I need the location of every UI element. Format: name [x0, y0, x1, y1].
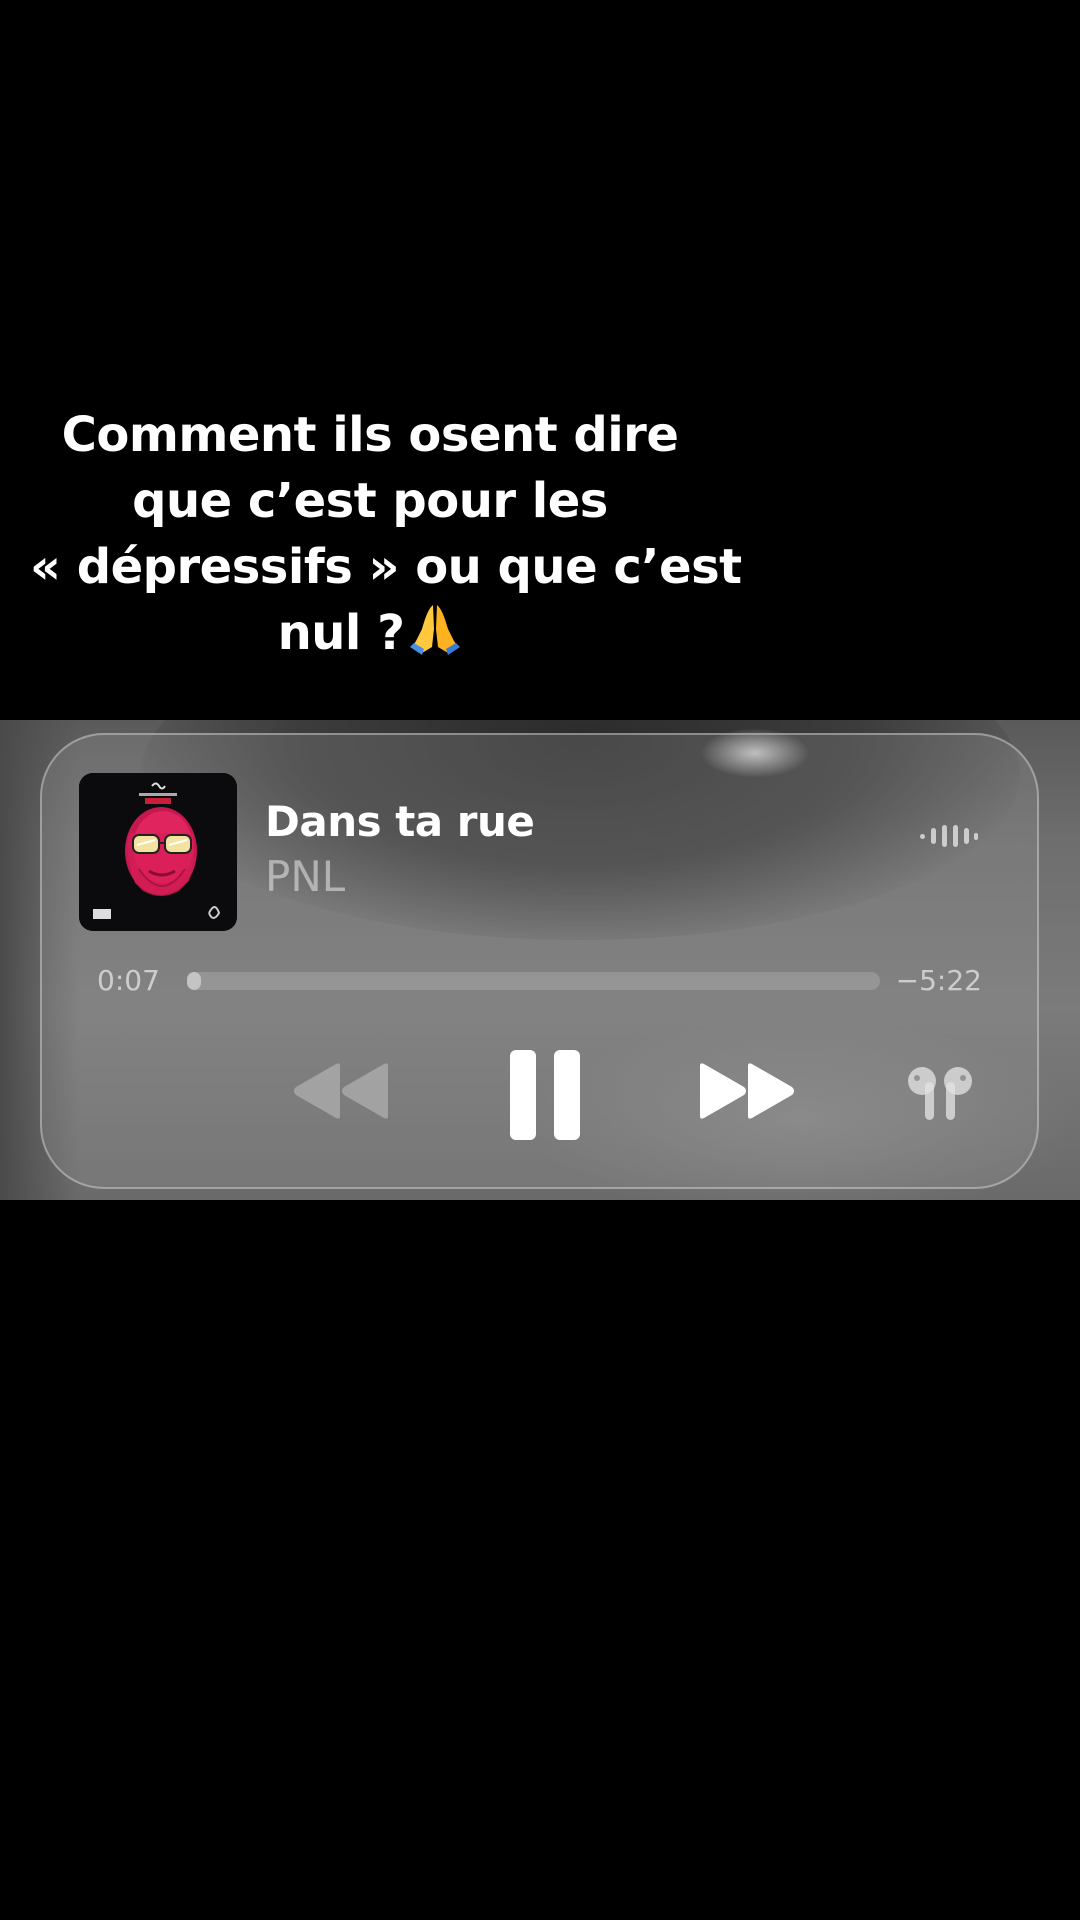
fast-forward-icon[interactable]	[696, 1062, 798, 1120]
playback-progress-bar[interactable]	[187, 972, 880, 990]
caption-text: Comment ils osent dire que c’est pour le…	[30, 402, 742, 672]
caption-line-3: « dépressifs » ou que c’est	[30, 539, 742, 595]
caption-line-4-text: nul ?	[277, 605, 405, 661]
audio-waveform-icon[interactable]	[918, 823, 978, 849]
airpods-icon[interactable]	[905, 1066, 975, 1122]
rewind-icon[interactable]	[290, 1062, 392, 1120]
remaining-time: −5:22	[895, 964, 982, 997]
album-artwork[interactable]	[79, 773, 237, 931]
elapsed-time: 0:07	[97, 964, 160, 997]
caption-line-4: nul ?	[30, 600, 710, 672]
praying-hands-emoji	[408, 603, 462, 672]
track-artist[interactable]: PNL	[265, 852, 345, 901]
caption-line-2: que c’est pour les	[132, 473, 608, 529]
caption-line-1: Comment ils osent dire	[61, 407, 679, 463]
progress-fill	[187, 972, 201, 990]
now-playing-card[interactable]: Dans ta rue PNL 0:07 −5:22	[40, 733, 1039, 1189]
track-title[interactable]: Dans ta rue	[265, 797, 535, 846]
pause-icon[interactable]	[508, 1048, 582, 1142]
